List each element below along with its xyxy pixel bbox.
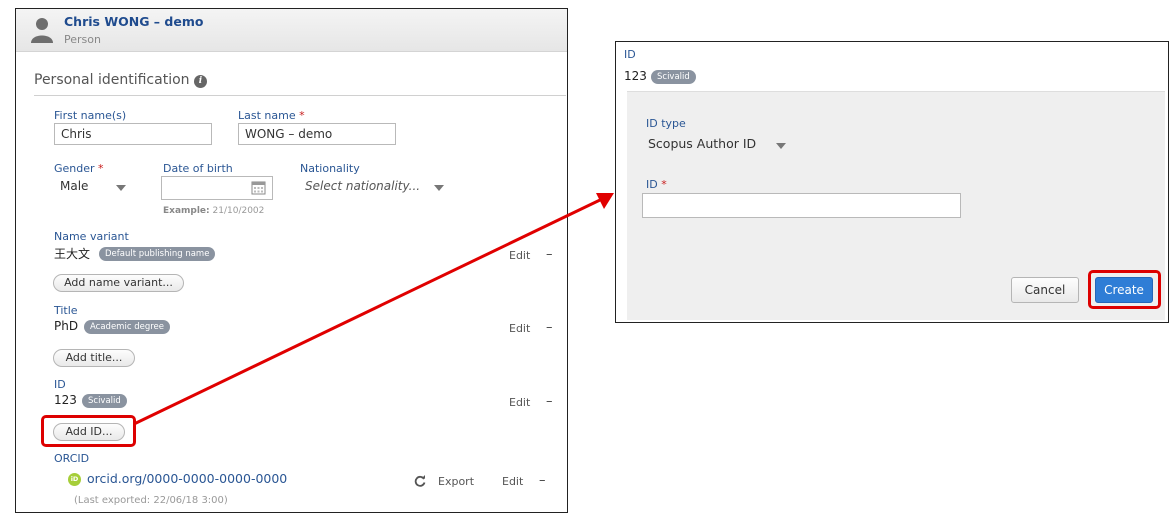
required-marker: *: [299, 109, 305, 122]
id-input[interactable]: [642, 193, 961, 218]
arrow-head-icon: [596, 193, 614, 209]
dob-hint: Example: 21/10/2002: [163, 206, 265, 216]
orcid-remove-button[interactable]: –: [539, 473, 546, 488]
id-badge: Scivalid: [82, 394, 127, 408]
orcid-label: ORCID: [54, 452, 90, 465]
id-field-label: ID *: [646, 178, 667, 191]
required-marker: *: [661, 178, 667, 191]
id-value: 123: [54, 393, 77, 407]
orcid-last-exported: (Last exported: 22/06/18 3:00): [74, 495, 228, 506]
section-title: Personal identification: [34, 72, 190, 88]
add-name-variant-button[interactable]: Add name variant...: [53, 274, 184, 292]
id-label: ID: [54, 378, 66, 391]
first-name-label: First name(s): [54, 109, 127, 122]
cancel-button[interactable]: Cancel: [1011, 277, 1079, 303]
person-type: Person: [64, 33, 101, 46]
orcid-edit-link[interactable]: Edit: [502, 475, 523, 488]
person-header: Chris WONG – demo Person: [16, 9, 567, 52]
title-value: PhD: [54, 319, 79, 333]
nationality-placeholder: Select nationality...: [305, 179, 421, 193]
popup-id-label: ID: [624, 48, 636, 61]
required-marker: *: [98, 162, 104, 175]
id-edit-link[interactable]: Edit: [509, 396, 530, 409]
add-id-highlight: [41, 415, 136, 447]
name-variant-value: 王大文: [54, 247, 91, 261]
title-label: Title: [54, 304, 78, 317]
first-name-input[interactable]: [54, 123, 212, 145]
section-divider: [34, 95, 566, 96]
nationality-label: Nationality: [300, 162, 360, 175]
name-variant-edit-link[interactable]: Edit: [509, 249, 530, 262]
popup-id-value: 123: [624, 69, 647, 83]
gender-label: Gender *: [54, 162, 104, 175]
person-editor-panel: Chris WONG – demo Person Personal identi…: [15, 8, 568, 513]
orcid-link[interactable]: orcid.org/0000-0000-0000-0000: [87, 471, 287, 486]
nationality-select[interactable]: Select nationality...: [299, 176, 451, 198]
last-name-label: Last name *: [238, 109, 305, 122]
name-variant-label: Name variant: [54, 230, 129, 243]
dob-label: Date of birth: [163, 162, 233, 175]
gender-value: Male: [60, 179, 89, 193]
add-id-dialog: ID 123 Scivalid ID type Scopus Author ID…: [615, 41, 1169, 323]
info-icon[interactable]: i: [194, 75, 207, 88]
id-type-select[interactable]: Scopus Author ID: [642, 134, 794, 156]
id-remove-button[interactable]: –: [546, 394, 553, 409]
name-variant-badge: Default publishing name: [99, 247, 216, 261]
person-icon: [31, 18, 53, 43]
add-title-button[interactable]: Add title...: [53, 349, 135, 367]
name-variant-remove-button[interactable]: –: [546, 247, 553, 262]
gender-select[interactable]: Male: [54, 176, 134, 198]
id-type-value: Scopus Author ID: [648, 136, 757, 151]
id-form: ID type Scopus Author ID ID * Cancel Cre…: [627, 91, 1165, 320]
person-name[interactable]: Chris WONG – demo: [64, 14, 203, 29]
chevron-down-icon: [776, 143, 786, 149]
calendar-icon[interactable]: [251, 180, 266, 195]
last-name-input[interactable]: [238, 123, 396, 145]
chevron-down-icon: [434, 185, 444, 191]
create-highlight: [1088, 270, 1161, 309]
title-edit-link[interactable]: Edit: [509, 322, 530, 335]
title-badge: Academic degree: [84, 320, 170, 334]
chevron-down-icon: [116, 185, 126, 191]
orcid-logo-icon: iD: [68, 473, 81, 486]
id-type-label: ID type: [646, 117, 686, 130]
popup-id-badge: Scivalid: [651, 70, 696, 84]
title-remove-button[interactable]: –: [546, 320, 553, 335]
orcid-export-link[interactable]: Export: [438, 475, 474, 488]
refresh-icon[interactable]: [414, 475, 426, 487]
